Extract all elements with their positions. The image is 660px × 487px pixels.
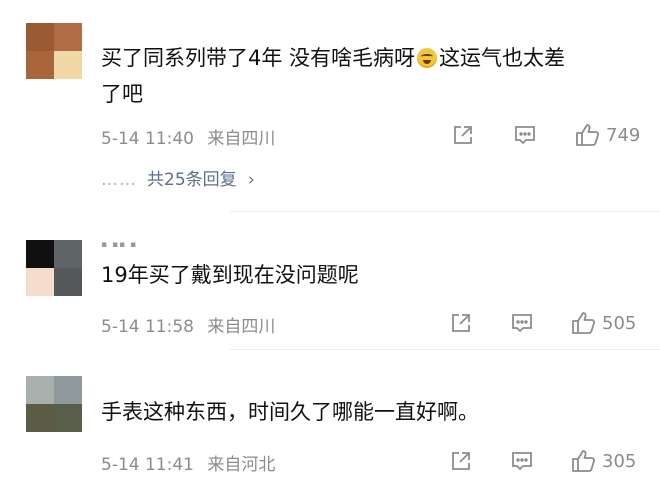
avatar[interactable]: [26, 23, 82, 79]
comment-text: 19年买了戴到现在没问题呢: [101, 263, 359, 287]
share-button[interactable]: [450, 450, 472, 472]
thumbs-up-icon: [576, 124, 600, 146]
comment-text: 买了同系列带了4年 没有啥毛病呀 这运气也太差 了吧: [101, 40, 641, 112]
comment-text: 手表这种东西，时间久了哪能一直好啊。: [101, 400, 479, 424]
avatar-tile: [54, 240, 82, 268]
avatar-tile: [26, 404, 54, 432]
avatar-tile: [54, 404, 82, 432]
comment-meta: 5-14 11:41 来自河北: [101, 450, 275, 475]
avatar-tile: [54, 23, 82, 51]
share-icon: [452, 314, 470, 332]
comment-meta: 5-14 11:58 来自四川: [101, 312, 275, 337]
avatar-tile: [26, 51, 54, 79]
avatar[interactable]: [26, 376, 82, 432]
avatar-tile: [54, 268, 82, 296]
comment-button[interactable]: [511, 450, 533, 472]
thumbs-up-icon: [572, 450, 596, 472]
thumbs-up-icon: [572, 312, 596, 334]
chevron-right-icon: ›: [248, 170, 255, 190]
comment-location: 来自四川: [207, 317, 276, 337]
avatar-tile: [54, 376, 82, 404]
like-count: 305: [602, 450, 637, 472]
laughing-crying-emoji-icon: [417, 48, 438, 68]
share-button[interactable]: [452, 124, 474, 146]
share-icon: [454, 126, 472, 144]
comment-date: 5-14 11:40: [101, 129, 194, 149]
comment-date: 5-14 11:58: [101, 317, 194, 337]
like-count: 505: [602, 312, 637, 334]
avatar-tile: [54, 51, 82, 79]
avatar-tile: [26, 376, 54, 404]
avatar-tile: [26, 23, 54, 51]
like-button[interactable]: 505: [570, 310, 636, 336]
comment-icon: [512, 452, 532, 471]
share-button[interactable]: [450, 312, 472, 334]
comment-text-part: 了吧: [101, 82, 143, 106]
share-icon: [452, 452, 470, 470]
comment-location: 来自河北: [207, 455, 276, 475]
comment-meta: 5-14 11:40 来自四川: [101, 124, 275, 149]
like-button[interactable]: 305: [570, 448, 636, 474]
username[interactable]: ▪ ▪▪ ▪: [101, 240, 137, 250]
view-replies-link[interactable]: …… 共25条回复 ›: [101, 165, 255, 190]
comment-icon: [512, 314, 532, 333]
avatar[interactable]: [26, 240, 82, 296]
avatar-tile: [26, 268, 54, 296]
comment-button[interactable]: [514, 124, 536, 146]
like-button[interactable]: 749: [574, 122, 640, 148]
comment-text-part: 这运气也太差: [439, 46, 566, 70]
divider: [230, 349, 660, 350]
comment-date: 5-14 11:41: [101, 455, 194, 475]
avatar-tile: [26, 240, 54, 268]
replies-label: 共25条回复: [147, 170, 237, 190]
comment-text-part: 买了同系列带了4年 没有啥毛病呀: [101, 46, 416, 70]
comment-location: 来自四川: [207, 129, 276, 149]
divider: [230, 211, 660, 212]
comment-button[interactable]: [511, 312, 533, 334]
replies-dots: ……: [101, 170, 137, 190]
comment-icon: [515, 126, 535, 145]
like-count: 749: [606, 124, 641, 146]
